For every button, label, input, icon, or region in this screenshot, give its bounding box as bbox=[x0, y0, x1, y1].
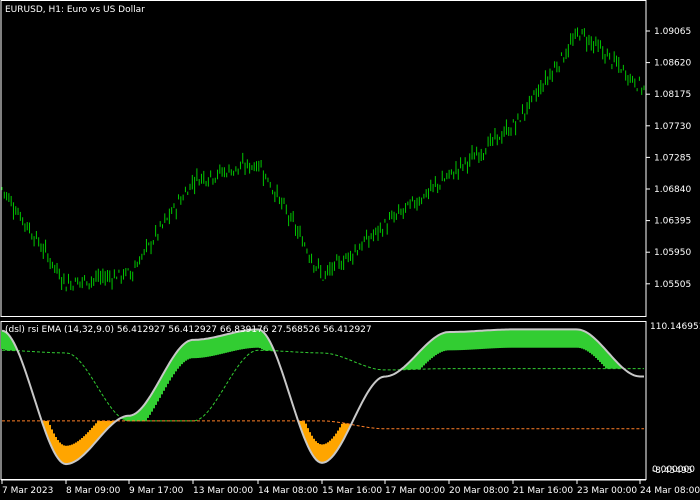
time-tick-label: 8 Mar 09:00 bbox=[66, 486, 121, 496]
time-axis: 7 Mar 2023 8 Mar 09:00 9 Mar 17:00 13 Mar 0… bbox=[1, 480, 700, 496]
rsi-upper-level bbox=[2, 349, 644, 422]
time-tick-label: 7 Mar 2023 bbox=[2, 486, 53, 496]
price-axis: 1.09065 1.08620 1.08175 1.07730 1.07285 1.068… bbox=[646, 27, 691, 290]
indicator-scale-bottom: 0.000000 bbox=[652, 465, 695, 475]
price-tick-label: 1.08620 bbox=[654, 59, 691, 69]
price-tick-label: 1.07285 bbox=[654, 153, 691, 163]
price-tick-label: 1.07730 bbox=[654, 122, 691, 132]
price-tick-label: 1.05505 bbox=[654, 280, 691, 290]
indicator-header: (dsl) rsi EMA (14,32,9.0) 56.412927 56.4… bbox=[5, 325, 372, 335]
time-tick-label: 23 Mar 00:00 bbox=[577, 486, 637, 496]
price-tick-label: 1.06395 bbox=[654, 217, 691, 227]
candle-series bbox=[1, 27, 645, 292]
price-tick-label: 1.09065 bbox=[654, 27, 691, 37]
time-tick-label: 9 Mar 17:00 bbox=[129, 486, 184, 496]
indicator-level-lines bbox=[2, 349, 644, 430]
time-tick-label: 13 Mar 00:00 bbox=[193, 486, 253, 496]
time-tick-label: 20 Mar 08:00 bbox=[449, 486, 509, 496]
time-tick-label: 14 Mar 08:00 bbox=[258, 486, 318, 496]
chart-window: EURUSD, H1: Euro vs US Dollar (dsl) rsi … bbox=[0, 0, 700, 496]
main-chart-frame bbox=[0, 0, 647, 317]
rsi-line bbox=[1, 328, 644, 466]
time-tick-label: 21 Mar 16:00 bbox=[513, 486, 573, 496]
time-tick-label: 17 Mar 00:00 bbox=[385, 486, 445, 496]
time-tick-label: 24 Mar 08:00 bbox=[640, 486, 700, 496]
price-tick-label: 1.05950 bbox=[654, 248, 691, 258]
price-tick-label: 1.06840 bbox=[654, 185, 691, 195]
indicator-scale-top: 110.146951 bbox=[650, 322, 700, 332]
time-tick-label: 15 Mar 16:00 bbox=[322, 486, 382, 496]
price-tick-label: 1.08175 bbox=[654, 90, 691, 100]
chart-title: EURUSD, H1: Euro vs US Dollar bbox=[5, 5, 145, 15]
